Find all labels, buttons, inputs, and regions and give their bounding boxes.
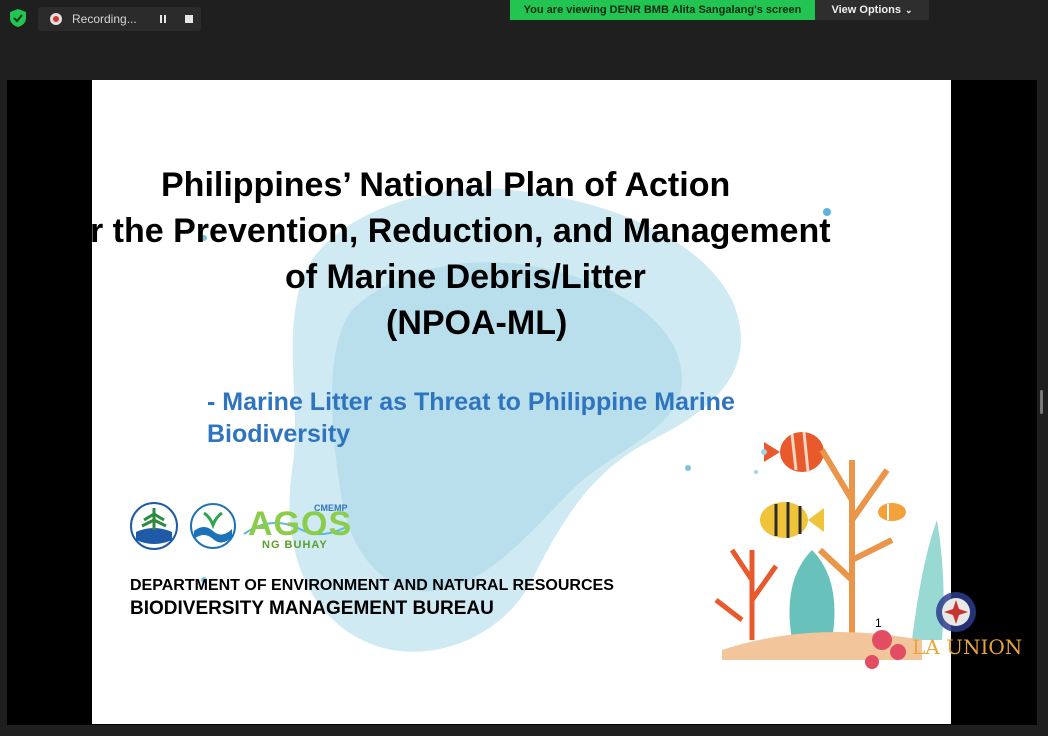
pause-icon [160,15,166,23]
stop-icon [185,15,193,23]
view-options-label: View Options [831,4,901,16]
coral-reef-illustration [714,431,944,669]
slide-page-number: 1 [875,616,882,630]
presentation-slide: Philippines’ National Plan of Action r t… [92,80,951,724]
view-options-button[interactable]: View Options ⌄ [815,0,929,20]
record-icon [50,13,62,25]
stop-recording-button[interactable] [180,10,198,28]
panel-resize-handle[interactable] [1040,390,1043,414]
recording-indicator: Recording... [38,7,201,31]
recording-label: Recording... [72,12,137,26]
meeting-toolbar: Recording... You are viewing DENR BMB Al… [0,0,1048,80]
la-union-seal-icon [936,592,976,632]
security-shield-icon[interactable] [8,8,28,28]
la-union-watermark: LA UNION [912,635,1023,659]
chevron-down-icon: ⌄ [904,4,913,15]
pause-recording-button[interactable] [154,10,172,28]
viewing-screen-banner: You are viewing DENR BMB Alita Sangalang… [510,0,815,20]
